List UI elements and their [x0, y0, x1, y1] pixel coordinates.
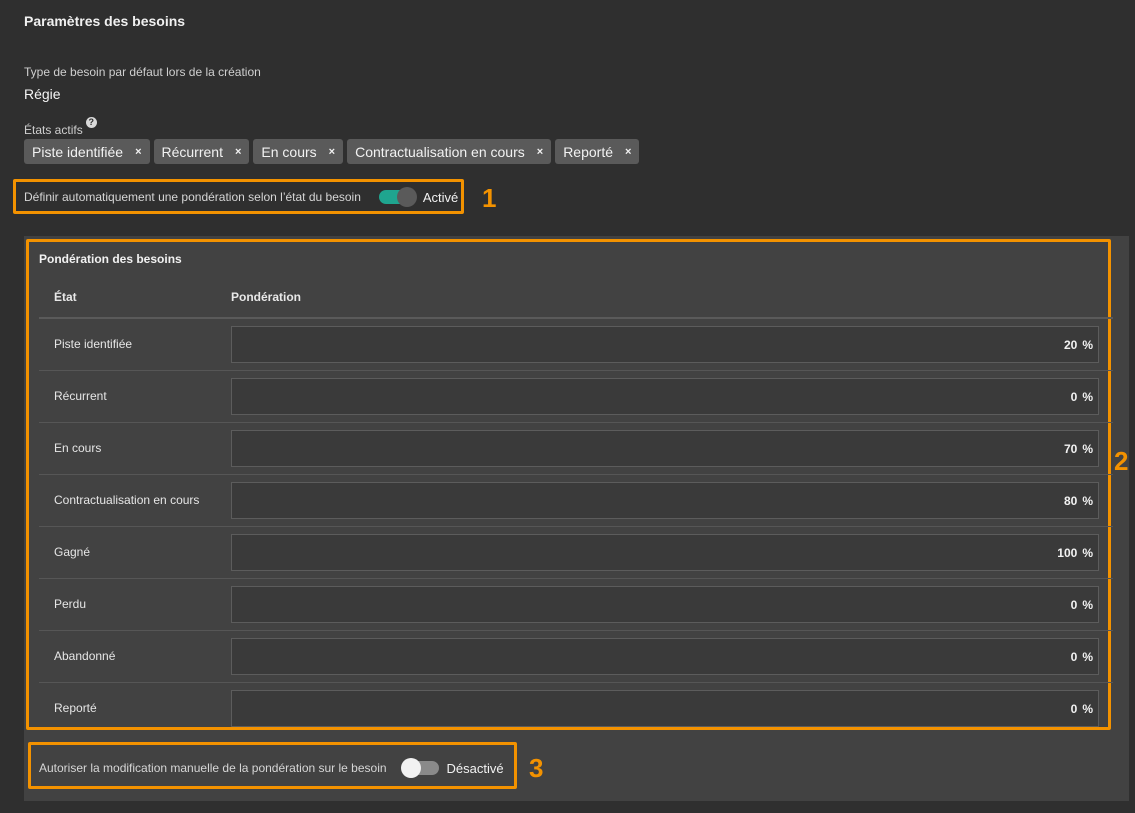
row-state-label: Reporté: [54, 701, 97, 715]
auto-weighting-label: Définir automatiquement une pondération …: [24, 190, 361, 204]
row-divider: [39, 474, 1113, 475]
weight-input[interactable]: 0%: [231, 638, 1099, 675]
row-state-label: Récurrent: [54, 389, 107, 403]
auto-weighting-toggle[interactable]: [378, 187, 417, 207]
row-state-label: En cours: [54, 441, 102, 455]
weight-value: 0: [1070, 701, 1078, 716]
default-type-label: Type de besoin par défaut lors de la cré…: [24, 65, 261, 79]
weighting-table-title: Pondération des besoins: [39, 252, 182, 266]
row-state-label: Perdu: [54, 597, 87, 611]
weight-input[interactable]: 70%: [231, 430, 1099, 467]
weight-input[interactable]: 20%: [231, 326, 1099, 363]
toggle-knob: [400, 758, 421, 778]
weight-value: 0: [1070, 389, 1078, 404]
weight-input[interactable]: 0%: [231, 586, 1099, 623]
page-title: Paramètres des besoins: [24, 13, 186, 29]
annotation-number-1: 1: [482, 183, 497, 213]
weight-unit: %: [1082, 337, 1093, 352]
chip-recurrent[interactable]: Récurrent ×: [153, 139, 250, 164]
close-icon[interactable]: ×: [235, 146, 241, 158]
row-state-label: Piste identifiée: [54, 337, 133, 351]
row-divider: [39, 422, 1113, 423]
chip-label: En cours: [261, 143, 317, 160]
auto-weighting-row: Définir automatiquement une pondération …: [24, 186, 458, 208]
weight-value: 100: [1057, 545, 1078, 560]
chip-piste-identifiee[interactable]: Piste identifiée ×: [24, 139, 150, 164]
column-header-state: État: [54, 290, 77, 304]
column-header-weight: Pondération: [231, 290, 302, 304]
weight-unit: %: [1082, 493, 1093, 508]
row-divider: [39, 370, 1113, 371]
manual-override-state: Désactivé: [446, 760, 504, 776]
weight-unit: %: [1082, 545, 1093, 560]
row-divider: [39, 526, 1113, 527]
close-icon[interactable]: ×: [329, 146, 335, 158]
weight-value: 20: [1063, 337, 1078, 352]
weight-input[interactable]: 0%: [231, 690, 1099, 727]
chip-label: Piste identifiée: [32, 143, 124, 160]
weight-unit: %: [1082, 701, 1093, 716]
auto-weighting-state: Activé: [422, 189, 459, 205]
weight-unit: %: [1082, 597, 1093, 612]
active-states-chips: Piste identifiée × Récurrent × En cours …: [24, 139, 640, 164]
close-icon[interactable]: ×: [537, 146, 543, 158]
row-divider: [39, 682, 1113, 683]
close-icon[interactable]: ×: [135, 146, 141, 158]
chip-contractualisation-en-cours[interactable]: Contractualisation en cours ×: [347, 139, 552, 164]
weight-value: 70: [1063, 441, 1078, 456]
manual-override-label: Autoriser la modification manuelle de la…: [39, 761, 387, 775]
weight-unit: %: [1082, 649, 1093, 664]
row-divider: [39, 578, 1113, 579]
active-states-label-text: États actifs: [24, 123, 83, 137]
row-state-label: Abandonné: [54, 649, 116, 663]
weight-unit: %: [1082, 389, 1093, 404]
manual-override-toggle[interactable]: [400, 758, 439, 778]
chip-label: Reporté: [563, 143, 613, 160]
weight-value: 0: [1070, 597, 1078, 612]
chip-label: Contractualisation en cours: [355, 143, 525, 160]
table-header-divider: [39, 317, 1113, 319]
weight-value: 80: [1063, 493, 1078, 508]
weight-value: 0: [1070, 649, 1078, 664]
annotation-number-3: 3: [529, 753, 544, 783]
chip-en-cours[interactable]: En cours ×: [253, 139, 344, 164]
annotation-number-2: 2: [1114, 446, 1129, 476]
weight-input[interactable]: 100%: [231, 534, 1099, 571]
weight-input[interactable]: 0%: [231, 378, 1099, 415]
close-icon[interactable]: ×: [625, 146, 631, 158]
row-state-label: Gagné: [54, 545, 91, 559]
row-divider: [39, 630, 1113, 631]
help-icon[interactable]: ?: [85, 117, 97, 128]
chip-label: Récurrent: [161, 143, 223, 160]
chip-reporte[interactable]: Reporté ×: [555, 139, 640, 164]
weight-unit: %: [1082, 441, 1093, 456]
toggle-knob: [396, 187, 417, 207]
row-state-label: Contractualisation en cours: [54, 493, 200, 507]
active-states-label: États actifs?: [24, 117, 97, 137]
manual-override-row: Autoriser la modification manuelle de la…: [39, 757, 504, 779]
weight-input[interactable]: 80%: [231, 482, 1099, 519]
default-type-value[interactable]: Régie: [24, 86, 61, 102]
